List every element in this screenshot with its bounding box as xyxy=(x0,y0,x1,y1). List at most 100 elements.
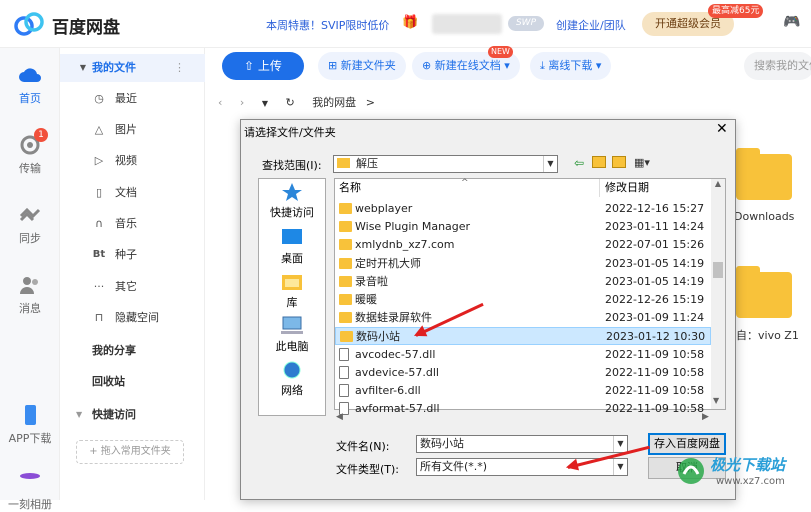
place-library[interactable]: 库 xyxy=(258,272,326,310)
user-name-blurred[interactable] xyxy=(432,14,502,34)
sidebar-item-torrents[interactable]: Bt 种子 xyxy=(60,241,205,269)
watermark-url: www.xz7.com xyxy=(716,476,785,487)
sidebar-item-images[interactable]: △ 图片 xyxy=(60,116,205,144)
rail-item-album[interactable]: 一刻相册 xyxy=(0,470,60,512)
sidebar-my-share[interactable]: 我的分享 xyxy=(60,337,205,365)
sidebar-recycle-bin[interactable]: 回收站 xyxy=(60,368,205,396)
column-header-date[interactable]: 修改日期 xyxy=(601,179,711,197)
file-row[interactable]: avfilter-6.dll 2022-11-09 10:58 xyxy=(335,382,711,400)
lookin-combo[interactable]: 解压 ▼ xyxy=(333,155,558,173)
file-row[interactable]: avdevice-57.dll 2022-11-09 10:58 xyxy=(335,364,711,382)
vip-discount-badge: 最高减65元 xyxy=(708,4,764,18)
file-date: 2023-01-09 11:24 xyxy=(605,311,705,325)
dialog-title: 请选择文件/文件夹 xyxy=(244,126,336,139)
place-label: 网络 xyxy=(281,384,303,397)
vertical-scrollbar[interactable]: ▲ xyxy=(711,179,725,409)
place-quick-access[interactable]: 快捷访问 xyxy=(258,182,326,220)
brand-name: 百度网盘 xyxy=(52,18,120,38)
file-row[interactable]: avcodec-57.dll 2022-11-09 10:58 xyxy=(335,346,711,364)
aurora-logo-icon xyxy=(678,458,704,484)
rail-label: 传输 xyxy=(19,162,41,175)
chevron-down-icon: ▾ xyxy=(500,59,510,72)
folder-icon xyxy=(339,257,352,269)
file-row[interactable]: 录音啦 2023-01-05 14:19 xyxy=(335,273,711,291)
upload-icon: ⇧ xyxy=(244,59,258,73)
create-enterprise-link[interactable]: 创建企业/团队 xyxy=(556,17,626,33)
column-name-label: 名称 xyxy=(339,181,361,194)
new-folder-button[interactable]: ⊞ 新建文件夹 xyxy=(318,52,406,80)
sidebar-item-recent[interactable]: ◷ 最近 xyxy=(60,85,205,113)
pin-folder-button[interactable]: + 拖入常用文件夹 xyxy=(76,440,184,464)
sidebar-item-other[interactable]: ··· 其它 xyxy=(60,273,205,301)
network-icon xyxy=(283,361,301,379)
file-row[interactable]: 数码小站 2023-01-12 10:30 xyxy=(335,327,711,346)
scrollbar-thumb[interactable] xyxy=(713,262,723,278)
file-row[interactable]: avformat-57.dll 2022-11-09 10:58 xyxy=(335,400,711,418)
rail-item-app-download[interactable]: APP下载 xyxy=(0,404,60,446)
file-row[interactable]: Wise Plugin Manager 2023-01-11 14:24 xyxy=(335,218,711,236)
folder-icon xyxy=(339,294,352,305)
rail-label: 首页 xyxy=(19,92,41,105)
refresh-icon[interactable]: ↻ xyxy=(285,96,294,109)
rail-item-transfer[interactable]: 传输 xyxy=(0,134,60,176)
scroll-left-icon[interactable]: ◀ xyxy=(336,412,343,422)
scroll-right-icon[interactable]: ▶ xyxy=(702,412,709,422)
rail-item-sync[interactable]: 同步 xyxy=(0,204,60,246)
more-vertical-icon[interactable]: ⋮ xyxy=(174,54,185,82)
place-this-pc[interactable]: 此电脑 xyxy=(258,316,326,354)
chevron-down-icon: ▾ xyxy=(592,59,602,72)
back-icon[interactable]: ⇦ xyxy=(574,156,584,170)
place-desktop[interactable]: 桌面 xyxy=(258,228,326,266)
file-row[interactable]: webplayer 2022-12-16 15:27 xyxy=(335,200,711,218)
new-folder-icon[interactable] xyxy=(612,156,626,168)
file-row[interactable]: 定时开机大师 2023-01-05 14:19 xyxy=(335,255,711,273)
chevron-down-icon: ▼ xyxy=(613,436,627,452)
sidebar-item-music[interactable]: ∩ 音乐 xyxy=(60,210,205,238)
history-dropdown-icon[interactable]: ▼ xyxy=(262,99,268,108)
sidebar-item-hidden-space[interactable]: ⊓ 隐藏空间 xyxy=(60,304,205,332)
sidebar-item-label: 其它 xyxy=(115,280,137,293)
scroll-up-icon[interactable]: ▲ xyxy=(711,179,725,188)
svip-tag: SWP xyxy=(508,16,544,31)
lookin-label: 查找范围(I): xyxy=(262,159,322,172)
folder-icon xyxy=(337,158,350,168)
breadcrumb-root[interactable]: 我的网盘 xyxy=(312,96,356,109)
column-header-name[interactable]: 名称 ^ xyxy=(335,178,600,197)
rail-item-messages[interactable]: 消息 xyxy=(0,274,60,316)
place-network[interactable]: 网络 xyxy=(258,360,326,398)
search-input[interactable]: 搜索我的文件 xyxy=(744,52,811,80)
back-arrow-icon[interactable]: ‹ xyxy=(218,96,222,109)
scroll-down-icon[interactable]: ▼ xyxy=(713,396,719,405)
file-date: 2022-12-16 15:27 xyxy=(605,202,705,215)
filetype-label: 文件类型(T): xyxy=(336,463,400,476)
file-row[interactable]: xmlydnb_xz7.com 2022-07-01 15:26 xyxy=(335,236,711,254)
upload-button[interactable]: ⇧ 上传 xyxy=(222,52,304,80)
sidebar-item-docs[interactable]: ▯ 文档 xyxy=(60,179,205,207)
file-name: avformat-57.dll xyxy=(355,402,440,416)
file-row[interactable]: 数据蛙录屏软件 2023-01-09 11:24 xyxy=(335,309,711,327)
view-menu-icon[interactable]: ▦▾ xyxy=(634,156,650,169)
folder-icon[interactable] xyxy=(736,148,792,200)
sidebar-item-my-files[interactable]: ▼ 我的文件 ⋮ xyxy=(60,54,205,82)
filename-value: 数码小站 xyxy=(420,437,464,450)
filename-input[interactable]: 数码小站 ▼ xyxy=(416,435,628,453)
gift-icon[interactable]: 🎁 xyxy=(402,15,418,30)
rail-item-home[interactable]: 首页 xyxy=(0,64,60,106)
forward-arrow-icon[interactable]: › xyxy=(240,96,244,109)
sidebar-item-label: 我的文件 xyxy=(92,61,136,74)
gamepad-icon[interactable]: 🎮 xyxy=(783,14,800,30)
up-folder-icon[interactable] xyxy=(592,156,606,168)
file-date: 2023-01-05 14:19 xyxy=(605,256,705,270)
file-row[interactable]: 暖暖 2022-12-26 15:19 xyxy=(335,291,711,309)
lock-icon: ⊓ xyxy=(94,311,104,324)
dll-file-icon xyxy=(339,365,349,379)
sidebar-item-label: 隐藏空间 xyxy=(115,311,159,324)
chevron-down-icon: ▼ xyxy=(613,459,627,475)
file-date: 2023-01-05 14:19 xyxy=(605,274,705,288)
offline-download-button[interactable]: ⤓ 离线下载 ▾ xyxy=(530,52,612,80)
sidebar-item-videos[interactable]: ▷ 视频 xyxy=(60,147,205,175)
close-icon[interactable]: ✕ xyxy=(716,121,728,137)
sidebar-quick-access[interactable]: ▼ 快捷访问 xyxy=(60,401,205,429)
promo-link[interactable]: 本周特惠！SVIP限时低价 xyxy=(266,17,389,33)
folder-icon[interactable] xyxy=(736,266,792,318)
